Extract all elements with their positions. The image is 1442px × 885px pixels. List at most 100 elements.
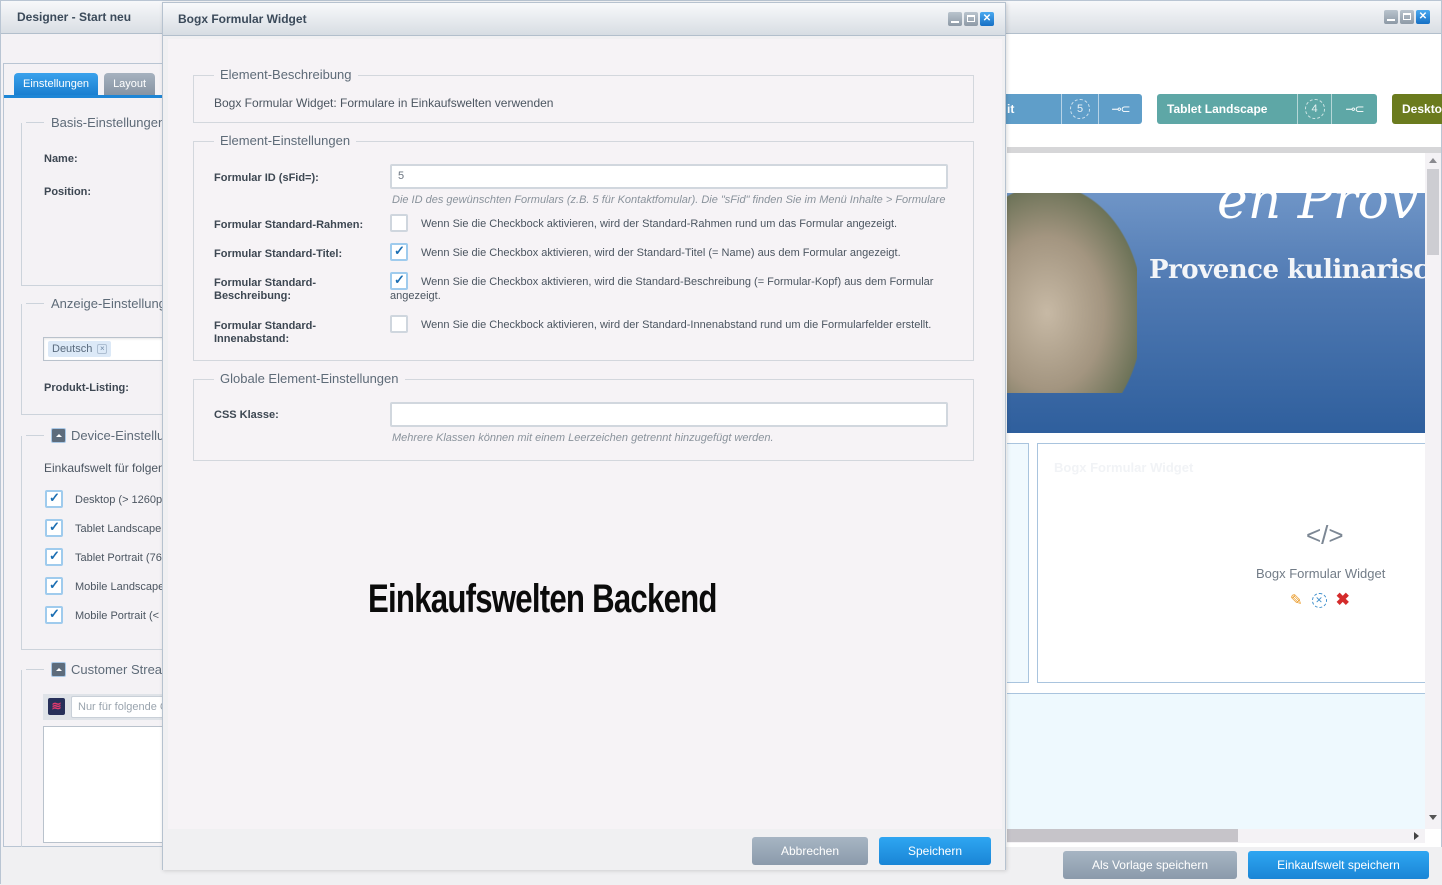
designer-title: Designer - Start neu [17,10,132,24]
scroll-down-icon[interactable] [1429,815,1437,820]
element-settings-fieldset: Element-Einstellungen Formular ID (sFid=… [193,133,974,361]
vertical-scroll-thumb[interactable] [1427,169,1439,255]
device-label-desktop: Desktop (> 1260px) [75,494,172,506]
frame-checkbox-description: Wenn Sie die Checkbock aktivieren, wird … [421,218,898,230]
hero-subtitle: Provence kulinarisch [1149,255,1425,285]
padding-checkbox[interactable] [390,315,408,333]
device-checkbox-mobile-portrait[interactable] [45,606,63,624]
hero-cliff-image [1007,193,1137,393]
widget-name: Bogx Formular Widget [1256,566,1386,581]
minimize-button[interactable] [1384,10,1398,24]
customer-stream-logo-icon: ≋ [48,698,65,715]
cancel-button[interactable]: Abbrechen [752,837,868,865]
maximize-button[interactable] [964,12,978,26]
customer-stream-list[interactable] [43,726,173,843]
designer-window-controls: ✕ [1384,10,1430,24]
device-button-tablet-landscape[interactable]: Tablet Landscape 4 ⊸⊂ [1157,94,1377,124]
save-shopping-world-button[interactable]: Einkaufswelt speichern [1248,851,1429,879]
display-settings-legend-text: Anzeige-Einstellungen [51,296,181,311]
css-class-label: CSS Klasse: [214,409,279,421]
widget-actions: ✎ ✕ ✖ [1290,590,1350,610]
dialog-window-controls: ✕ [948,12,994,26]
close-button[interactable]: ✕ [980,12,994,26]
device-button-desktop[interactable]: Deskto [1392,94,1442,124]
shopping-world-canvas: en Prov Provence kulinarisch Bogx Formul… [1007,153,1425,829]
padding-checkbox-description: Wenn Sie die Checkbock aktivieren, wird … [421,319,932,331]
description-fieldset: Element-Beschreibung Bogx Formular Widge… [193,67,974,123]
toggle-button[interactable]: ⊸⊂ [1332,94,1377,124]
device-checkbox-desktop[interactable] [45,490,63,508]
device-checkbox-mobile-landscape[interactable] [45,577,63,595]
dialog-titlebar[interactable]: Bogx Formular Widget ✕ [163,3,1005,36]
form-id-label: Formular ID (sFid=): [214,172,319,184]
scroll-up-icon[interactable] [1429,158,1437,163]
overlay-caption: Einkaufswelten Backend [368,577,717,621]
save-button[interactable]: Speichern [879,837,991,865]
save-as-template-button[interactable]: Als Vorlage speichern [1063,851,1237,879]
edit-icon[interactable]: ✎ [1290,591,1303,609]
toggle-button[interactable]: ⊸⊂ [1099,94,1142,124]
position-label: Position: [44,186,92,198]
name-label: Name: [44,153,78,165]
close-button[interactable]: ✕ [1416,10,1430,24]
vertical-scrollbar[interactable] [1425,153,1441,829]
description-checkbox-label: Formular Standard-Beschreibung: [214,277,317,302]
device-count: 5 [1062,94,1099,124]
form-id-hint: Die ID des gewünschten Formulars (z.B. 5… [392,194,946,206]
toggle-icon: ⊸⊂ [1345,102,1364,116]
description-checkbox-description: Wenn Sie die Checkbox aktivieren, wird d… [390,276,934,302]
element-settings-legend: Element-Einstellungen [214,133,357,148]
description-legend: Element-Beschreibung [214,67,358,82]
grid-cell-left[interactable] [1007,443,1029,683]
toggle-icon: ⊸⊂ [1111,102,1130,116]
dialog-body: Element-Beschreibung Bogx Formular Widge… [168,39,1002,829]
language-chip-label: Deutsch [52,343,93,355]
dialog-title: Bogx Formular Widget [178,12,307,26]
horizontal-scroll-thumb[interactable] [1007,829,1238,842]
chip-remove-icon[interactable]: × [97,344,108,354]
form-id-input[interactable]: 5 [390,164,948,189]
global-settings-fieldset: Globale Element-Einstellungen CSS Klasse… [193,371,974,461]
maximize-icon [1403,13,1411,20]
horizontal-scrollbar[interactable] [1007,829,1425,843]
basis-settings-fieldset: Basis-Einstellungen [21,115,172,286]
title-checkbox-description: Wenn Sie die Checkbox aktivieren, wird d… [421,247,901,259]
tab-einstellungen[interactable]: Einstellungen [14,73,99,95]
device-label-tablet-landscape: Tablet Landscape [75,523,162,535]
device-button-label: Deskto [1402,102,1442,116]
scroll-right-icon[interactable] [1414,832,1419,840]
collapse-icon[interactable] [51,428,66,443]
tab-layout[interactable]: Layout [104,73,156,95]
close-icon: ✕ [1418,11,1428,22]
count-badge: 5 [1070,99,1090,119]
device-checkbox-tablet-landscape[interactable] [45,519,63,537]
language-select[interactable]: Deutsch × [43,337,173,361]
customer-streams-legend: Customer Streams [22,662,186,677]
global-settings-legend: Globale Element-Einstellungen [214,371,405,386]
padding-checkbox-label: Formular Standard-Innenabstand: [214,320,317,345]
grid-row-empty[interactable] [1007,693,1425,829]
minimize-button[interactable] [948,12,962,26]
css-class-hint: Mehrere Klassen können mit einem Leerzei… [392,432,774,444]
maximize-button[interactable] [1400,10,1414,24]
settings-tabs: Einstellungen Layout [14,73,156,95]
title-checkbox-label: Formular Standard-Titel: [214,248,343,260]
close-icon: ✕ [982,13,992,24]
device-checkbox-tablet-portrait[interactable] [45,548,63,566]
css-class-input[interactable] [390,402,948,427]
basis-settings-legend-text: Basis-Einstellungen [51,115,166,130]
hero-banner[interactable]: en Prov Provence kulinarisch [1007,193,1425,433]
left-toolbar-strip [1,34,163,64]
description-text: Bogx Formular Widget: Formulare in Einka… [214,96,554,110]
collapse-icon[interactable] [51,662,66,677]
frame-checkbox[interactable] [390,214,408,232]
device-button-tablet-portrait[interactable]: it 5 ⊸⊂ [995,94,1142,124]
minimize-icon [1387,19,1395,21]
widget-cell[interactable]: Bogx Formular Widget </> Bogx Formular W… [1037,443,1425,683]
hero-script-text: en Prov [1217,193,1419,231]
duplicate-icon[interactable]: ✕ [1311,592,1327,608]
count-badge: 4 [1304,99,1325,119]
title-checkbox[interactable] [390,243,408,261]
device-button-label: Tablet Landscape [1157,94,1298,124]
delete-icon[interactable]: ✖ [1336,590,1350,610]
